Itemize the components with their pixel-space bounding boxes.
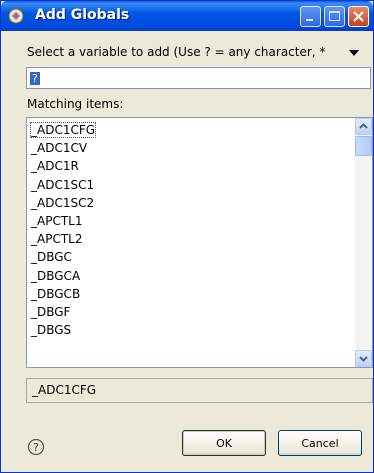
svg-text:?: ? bbox=[33, 441, 39, 454]
list-item[interactable]: _DBGCA bbox=[30, 267, 348, 285]
view-menu-icon[interactable] bbox=[347, 48, 361, 58]
add-globals-dialog: Add Globals Select a variable to add (Us… bbox=[0, 0, 374, 473]
scroll-thumb[interactable] bbox=[355, 136, 372, 156]
list-item-label: _DBGCA bbox=[31, 268, 81, 283]
list-item[interactable]: _APCTL2 bbox=[30, 230, 348, 248]
list-item[interactable]: _ADC1SC1 bbox=[30, 176, 348, 194]
vertical-scrollbar[interactable] bbox=[355, 118, 372, 367]
matching-items-label: Matching items: bbox=[27, 97, 124, 111]
matching-items-list[interactable]: _ADC1CFG _ADC1CV _ADC1R _ADC1SC1 _ADC1SC2 _AP… bbox=[26, 117, 373, 368]
list-item[interactable]: _DBGS bbox=[30, 321, 348, 339]
list-items: _ADC1CFG _ADC1CV _ADC1R _ADC1SC1 _ADC1SC2 _AP… bbox=[29, 121, 348, 339]
list-item-label: _APCTL1 bbox=[31, 213, 83, 228]
list-item[interactable]: _ADC1CV bbox=[30, 139, 348, 157]
list-item-label: _APCTL2 bbox=[31, 232, 83, 247]
window-title: Add Globals bbox=[35, 7, 130, 23]
maximize-button[interactable] bbox=[324, 6, 345, 27]
close-icon bbox=[353, 11, 364, 22]
list-item-label: _ADC1R bbox=[31, 159, 79, 174]
title-bar[interactable]: Add Globals bbox=[1, 1, 373, 31]
list-item[interactable]: _APCTL1 bbox=[30, 212, 348, 230]
list-item[interactable]: _ADC1CFG bbox=[29, 121, 348, 139]
filter-input[interactable] bbox=[26, 67, 371, 89]
app-icon bbox=[8, 8, 24, 24]
prompt-label: Select a variable to add (Use ? = any ch… bbox=[27, 45, 326, 59]
list-item-label: _DBGCB bbox=[31, 286, 81, 301]
list-item[interactable]: _ADC1SC2 bbox=[30, 194, 348, 212]
list-item[interactable]: _ADC1R bbox=[30, 157, 348, 175]
list-item-label: _ADC1CFG bbox=[29, 122, 97, 138]
list-item[interactable]: _DBGCB bbox=[30, 285, 348, 303]
filter-value: ? bbox=[30, 72, 40, 85]
list-item[interactable]: _DBGC bbox=[30, 248, 348, 266]
list-item-label: _DBGC bbox=[31, 250, 72, 265]
minimize-button[interactable] bbox=[300, 6, 321, 27]
list-item-label: _ADC1SC1 bbox=[31, 177, 95, 192]
list-item-label: _DBGF bbox=[31, 304, 71, 319]
scroll-down-icon bbox=[359, 356, 368, 362]
help-icon[interactable]: ? bbox=[27, 438, 45, 456]
list-item-label: _ADC1SC2 bbox=[31, 195, 95, 210]
list-item-label: _ADC1CV bbox=[31, 141, 88, 156]
maximize-icon bbox=[329, 11, 340, 21]
cancel-button[interactable]: Cancel bbox=[278, 430, 362, 456]
list-item-label: _DBGS bbox=[31, 323, 72, 338]
scroll-down-button[interactable] bbox=[355, 350, 372, 367]
close-button[interactable] bbox=[348, 6, 369, 27]
scroll-up-button[interactable] bbox=[355, 118, 372, 135]
scroll-up-icon bbox=[359, 123, 368, 129]
list-item[interactable]: _DBGF bbox=[30, 303, 348, 321]
minimize-icon bbox=[306, 19, 313, 21]
selected-item-field: _ADC1CFG bbox=[26, 378, 373, 403]
ok-button[interactable]: OK bbox=[182, 430, 266, 456]
